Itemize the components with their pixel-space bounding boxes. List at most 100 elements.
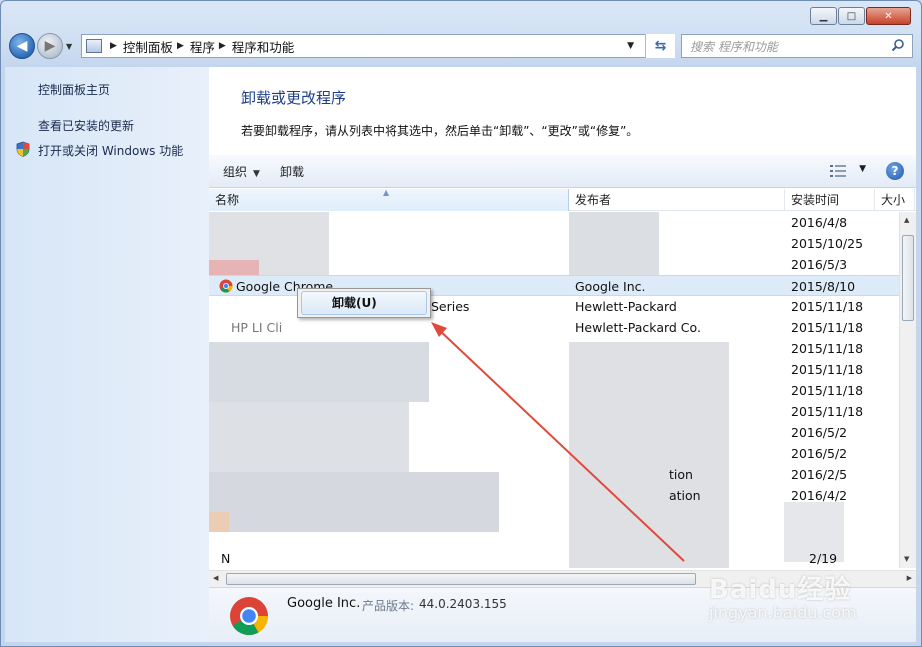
address-dropdown-icon[interactable]: ▼ (627, 41, 634, 51)
maximize-button[interactable]: □ (838, 7, 865, 25)
table-row[interactable]: 2015/11/18 (209, 401, 899, 422)
organize-button[interactable]: 组织 ▼ (223, 163, 260, 180)
view-dropdown-icon[interactable]: ▼ (859, 164, 866, 174)
sidebar-item-installed-updates[interactable]: 查看已安装的更新 (38, 117, 134, 134)
details-version: 44.0.2403.155 (419, 597, 507, 611)
breadcrumb-separator-icon[interactable]: ▶ (219, 41, 226, 51)
refresh-button[interactable]: ⇆ (645, 34, 675, 58)
table-row[interactable]: 2016/4/8 (209, 212, 899, 233)
row-date: 2016/5/2 (791, 425, 848, 440)
row-publisher: Google Inc. (575, 279, 646, 294)
table-row[interactable]: ation 2016/4/2 (209, 485, 899, 506)
row-date: 2015/11/18 (791, 341, 864, 356)
column-name-label: 名称 (215, 193, 240, 207)
navigation-bar: ◀ ▶ ▼ ▶ 控制面板 ▶ 程序 ▶ 程序和功能 ▼ ⇆ 搜索 程序和功能 (9, 32, 913, 60)
scroll-right-icon[interactable]: ▶ (907, 574, 912, 582)
horizontal-scroll-thumb[interactable] (226, 573, 696, 585)
view-options-icon[interactable] (830, 165, 846, 177)
caption-buttons: ▁ □ ✕ (810, 7, 911, 25)
row-date: 2015/11/18 (791, 362, 864, 377)
shield-icon (16, 141, 30, 157)
row-publisher: tion (669, 467, 693, 482)
row-date: 2015/8/10 (791, 279, 856, 294)
row-date: 2015/11/18 (791, 299, 864, 314)
row-date: 2016/2/5 (791, 467, 848, 482)
column-header-installed-on[interactable]: 安装时间 (785, 189, 875, 211)
table-row[interactable]: 2015/10/25 (209, 233, 899, 254)
row-publisher: Hewlett-Packard (575, 299, 677, 314)
row-name: Series (431, 299, 470, 314)
row-date: 2016/5/2 (791, 446, 848, 461)
chevron-down-icon: ▼ (253, 168, 260, 179)
breadcrumb-control-panel[interactable]: 控制面板 (123, 37, 173, 56)
scroll-up-icon[interactable]: ▲ (904, 216, 909, 224)
vertical-scroll-thumb[interactable] (902, 235, 914, 321)
table-row[interactable]: 2016/5/2 (209, 422, 899, 443)
table-row[interactable]: 2015/11/18 (209, 380, 899, 401)
table-row[interactable]: 2016/5/3 (209, 254, 899, 275)
organize-label: 组织 (223, 164, 248, 179)
scroll-left-icon[interactable]: ◀ (213, 574, 218, 582)
table-row[interactable]: 2015/11/18 (209, 338, 899, 359)
row-date: 2015/11/18 (791, 383, 864, 398)
forward-button[interactable]: ▶ (37, 33, 63, 59)
control-panel-icon (86, 39, 102, 53)
page-description: 若要卸载程序，请从列表中将其选中，然后单击“卸载”、“更改”或“修复”。 (241, 124, 639, 138)
row-name: HP LI Cli (231, 320, 283, 335)
row-name: N (221, 551, 231, 566)
minimize-button[interactable]: ▁ (810, 7, 837, 25)
context-menu: 卸载(U) (297, 288, 431, 318)
table-header: ▲ 名称 发布者 安装时间 大小 (209, 188, 916, 211)
back-arrow-icon: ◀ (16, 38, 28, 54)
task-pane: 控制面板主页 查看已安装的更新 打开或关闭 Windows 功能 (5, 67, 209, 642)
scroll-down-icon[interactable]: ▼ (904, 555, 909, 563)
row-publisher: ation (669, 488, 701, 503)
uninstall-button[interactable]: 卸载 (280, 163, 304, 180)
row-date: 2016/5/3 (791, 257, 848, 272)
table-row[interactable] (209, 506, 899, 527)
context-menu-uninstall[interactable]: 卸载(U) (301, 291, 427, 315)
programs-list: 2016/4/8 2015/10/25 2016/5/3 Google Chro… (209, 212, 899, 568)
breadcrumb-programs-features[interactable]: 程序和功能 (232, 37, 295, 56)
breadcrumb-separator-icon[interactable]: ▶ (177, 41, 184, 51)
sidebar-item-control-panel-home[interactable]: 控制面板主页 (38, 81, 110, 98)
recent-pages-dropdown[interactable]: ▼ (66, 42, 72, 51)
row-date: 2016/4/2 (791, 488, 848, 503)
address-bar[interactable]: ▶ 控制面板 ▶ 程序 ▶ 程序和功能 ▼ (81, 34, 675, 58)
programs-pane: 卸载或更改程序 若要卸载程序，请从列表中将其选中，然后单击“卸载”、“更改”或“… (209, 67, 916, 642)
forward-arrow-icon: ▶ (44, 38, 56, 54)
column-header-name[interactable]: ▲ 名称 (209, 188, 569, 211)
refresh-icon: ⇆ (654, 38, 667, 54)
back-button[interactable]: ◀ (9, 33, 35, 59)
sidebar-item-windows-features[interactable]: 打开或关闭 Windows 功能 (38, 142, 183, 159)
table-row[interactable]: N 2/19 (209, 548, 899, 568)
command-bar: 组织 ▼ 卸载 ▼ ? (209, 155, 916, 188)
row-publisher: Hewlett-Packard Co. (575, 320, 701, 335)
sort-ascending-icon: ▲ (383, 188, 390, 197)
help-icon[interactable]: ? (886, 162, 904, 180)
explorer-window: ▁ □ ✕ ◀ ▶ ▼ ▶ 控制面板 ▶ 程序 ▶ 程序和功能 ▼ ⇆ 搜索 程… (0, 0, 922, 647)
vertical-scrollbar[interactable]: ▲ ▼ (899, 212, 916, 568)
table-row[interactable]: 2015/11/18 (209, 359, 899, 380)
table-row[interactable]: tion 2016/2/5 (209, 464, 899, 485)
search-placeholder: 搜索 程序和功能 (690, 39, 778, 54)
details-publisher: Google Inc. (287, 596, 361, 611)
row-date: 2/19 (809, 551, 838, 566)
column-header-size[interactable]: 大小 (875, 189, 915, 211)
column-header-publisher[interactable]: 发布者 (569, 189, 785, 211)
search-icon[interactable] (891, 38, 905, 52)
row-date: 2015/10/25 (791, 236, 864, 251)
breadcrumb-programs[interactable]: 程序 (190, 37, 215, 56)
close-button[interactable]: ✕ (866, 7, 911, 25)
row-date: 2015/11/18 (791, 320, 864, 335)
page-title: 卸载或更改程序 (241, 89, 347, 107)
search-box[interactable]: 搜索 程序和功能 (681, 34, 913, 58)
chrome-icon (219, 279, 233, 293)
breadcrumb-separator-icon[interactable]: ▶ (110, 41, 117, 51)
row-date: 2015/11/18 (791, 404, 864, 419)
table-row[interactable] (209, 527, 899, 548)
table-row[interactable]: HP LI Cli Hewlett-Packard Co. 2015/11/18 (209, 317, 899, 338)
chrome-logo-icon (230, 597, 269, 636)
table-row[interactable]: 2016/5/2 (209, 443, 899, 464)
baidu-watermark: Baidu经验 (709, 575, 852, 605)
